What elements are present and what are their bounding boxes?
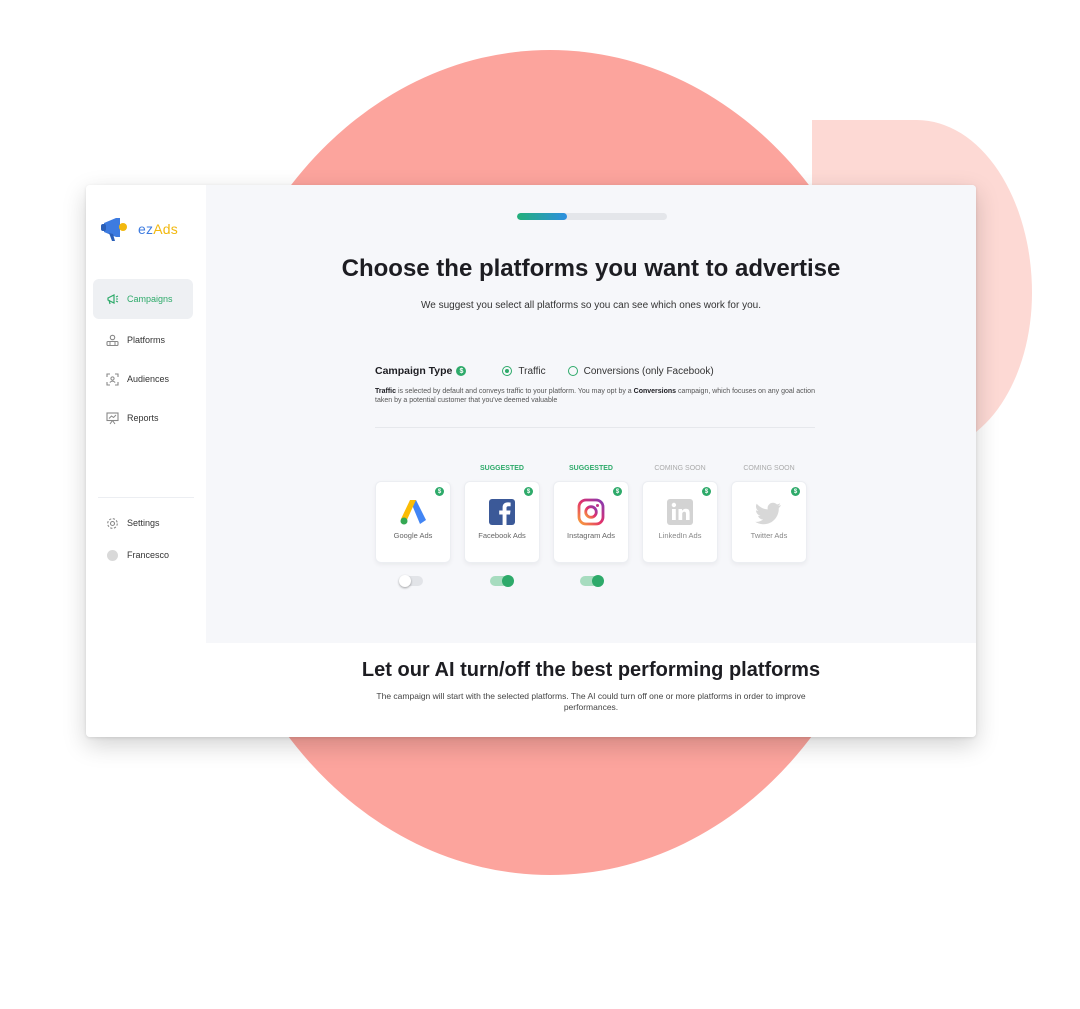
sidebar-item-label: Campaigns: [127, 294, 173, 304]
platform-card-linkedin-ads[interactable]: $ LinkedIn Ads: [642, 481, 718, 563]
dollar-icon: $: [456, 366, 467, 376]
platform-linkedin: COMING SOON $ LinkedIn Ads: [642, 465, 718, 563]
platform-name: Google Ads: [393, 531, 433, 540]
megaphone-logo-icon: [101, 218, 127, 241]
radio-option-conversions[interactable]: Conversions (only Facebook): [567, 365, 714, 377]
sidebar-item-platforms[interactable]: Platforms: [93, 320, 193, 360]
radio-conversions[interactable]: [567, 366, 578, 376]
platform-tag: [375, 465, 451, 475]
brand-logo[interactable]: ezAds: [100, 215, 178, 243]
platform-instagram: SUGGESTED $ Instagram Ads: [553, 465, 629, 563]
google-ads-icon: [400, 500, 426, 525]
dollar-icon: $: [791, 487, 800, 496]
sidebar-item-label: Settings: [127, 518, 160, 528]
ai-section-title: Let our AI turn/off the best performing …: [361, 659, 821, 681]
toggle-knob: [502, 575, 514, 587]
platform-name: LinkedIn Ads: [658, 531, 702, 540]
avatar: [105, 548, 119, 562]
radio-traffic-label: Traffic: [518, 365, 546, 377]
twitter-icon: [755, 502, 781, 525]
platform-google: $ Google Ads: [375, 465, 451, 563]
toggle-google-ads[interactable]: [399, 575, 423, 587]
toggle-instagram-ads[interactable]: [580, 575, 604, 587]
platform-tag: SUGGESTED: [480, 465, 524, 472]
dollar-icon: $: [435, 487, 444, 496]
app-window: ezAds Campaigns Platforms Audiences Repo…: [86, 185, 976, 737]
platform-card-twitter-ads[interactable]: $ Twitter Ads: [731, 481, 807, 563]
toggle-facebook-ads[interactable]: [490, 575, 514, 587]
campaign-type-section: Campaign Type $ Traffic Conversions (onl…: [375, 365, 815, 428]
brand-name: ezAds: [138, 221, 178, 237]
brand-name-part1: ez: [138, 221, 154, 237]
ai-section: Let our AI turn/off the best performing …: [206, 643, 976, 737]
sidebar-item-label: Platforms: [127, 335, 166, 345]
sidebar-item-campaigns[interactable]: Campaigns: [93, 279, 193, 319]
page-title: Choose the platforms you want to adverti…: [341, 255, 841, 282]
platforms-icon: [105, 333, 119, 347]
dollar-icon: $: [702, 487, 711, 496]
page-subtitle: We suggest you select all platforms so y…: [421, 300, 761, 311]
toggle-knob: [399, 575, 411, 587]
step-progress-bar: [517, 213, 667, 220]
sidebar-item-label: Francesco: [127, 550, 170, 560]
instagram-icon: [577, 498, 605, 526]
radio-traffic[interactable]: [502, 366, 513, 376]
campaign-type-label: Campaign Type: [375, 365, 453, 377]
platform-tag: SUGGESTED: [569, 465, 613, 472]
desc-conversions-bold: Conversions: [633, 388, 677, 395]
platform-name: Instagram Ads: [567, 531, 615, 540]
desc-traffic-bold: Traffic: [375, 388, 397, 395]
campaign-type-description: Traffic is selected by default and conve…: [375, 387, 815, 405]
sidebar-item-audiences[interactable]: Audiences: [93, 359, 193, 399]
platform-twitter: COMING SOON $ Twitter Ads: [731, 465, 807, 563]
ai-section-description: The campaign will start with the selecte…: [376, 691, 806, 712]
gear-icon: [105, 516, 119, 530]
sidebar-item-label: Reports: [127, 413, 159, 423]
sidebar-item-label: Audiences: [127, 374, 170, 384]
sidebar-item-reports[interactable]: Reports: [93, 398, 193, 438]
linkedin-icon: [667, 499, 693, 525]
step-progress-fill: [517, 213, 567, 220]
section-divider: [375, 427, 815, 428]
platform-name: Facebook Ads: [478, 531, 526, 540]
reports-icon: [105, 411, 119, 425]
brand-name-part2: Ads: [153, 221, 178, 237]
radio-conversions-label: Conversions (only Facebook): [583, 365, 714, 377]
main-panel: Choose the platforms you want to adverti…: [206, 185, 976, 643]
platform-card-instagram-ads[interactable]: $ Instagram Ads: [553, 481, 629, 563]
megaphone-icon: [105, 292, 119, 306]
sidebar-divider: [98, 497, 194, 498]
toggle-knob: [592, 575, 604, 587]
dollar-icon: $: [613, 487, 622, 496]
sidebar-item-profile[interactable]: Francesco: [93, 535, 193, 575]
sidebar: ezAds Campaigns Platforms Audiences Repo…: [86, 185, 207, 737]
platform-card-google-ads[interactable]: $ Google Ads: [375, 481, 451, 563]
dollar-icon: $: [524, 487, 533, 496]
facebook-icon: [489, 499, 515, 525]
platform-facebook: SUGGESTED $ Facebook Ads: [464, 465, 540, 563]
platform-card-facebook-ads[interactable]: $ Facebook Ads: [464, 481, 540, 563]
desc-text-1: is selected by default and conveys traff…: [396, 388, 634, 395]
platform-tag: COMING SOON: [654, 465, 706, 472]
platform-tag: COMING SOON: [743, 465, 795, 472]
radio-option-traffic[interactable]: Traffic: [502, 365, 546, 377]
audience-icon: [105, 372, 119, 386]
platform-name: Twitter Ads: [750, 531, 788, 540]
